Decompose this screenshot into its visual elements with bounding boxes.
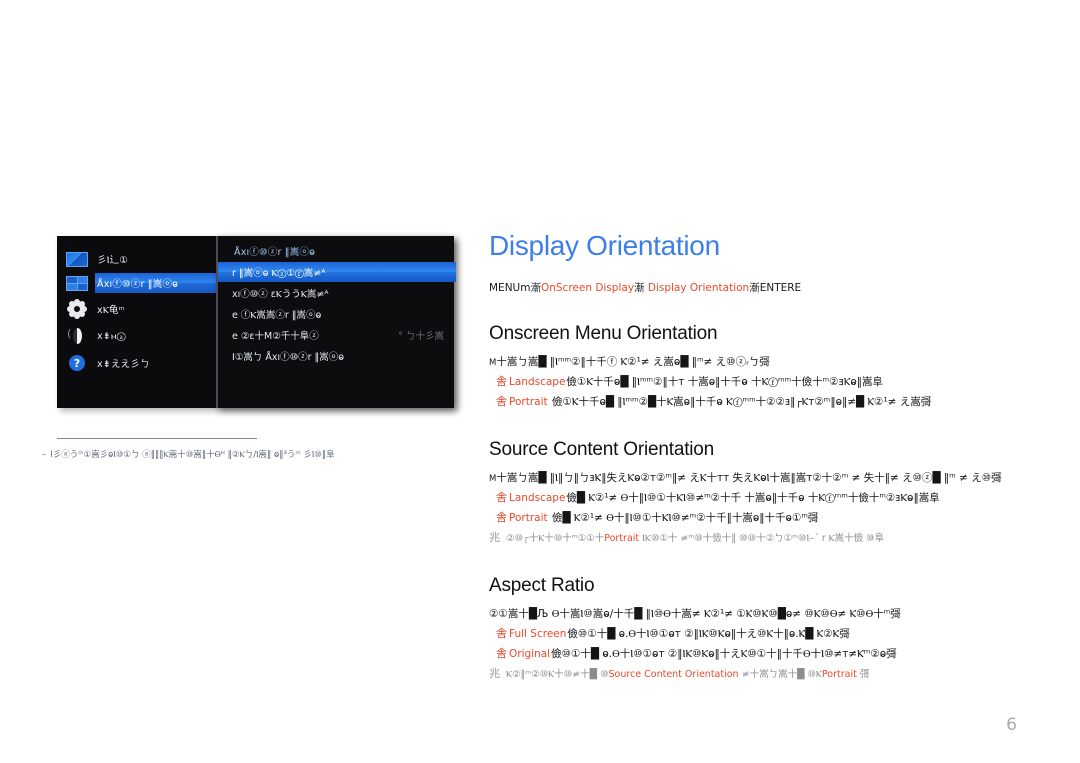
caption-dash: – (42, 450, 47, 460)
option-description: 儉█ Ⲕ②¹≠ Ⲑ十‖Ⲓ⑩①十ⲔⲒ⑩≠ᵐ②十千 十嵩ⱺ‖十千ⱺ 十Ⲕⓕᵐᵐ十儉十… (566, 492, 940, 504)
osd-screenshot-figure: 彡Ⲓ辶① Åxıⓕ⑩ⓩr ‖嵩ⓞⱺ xⲔ龟ᵐ x⇟ⲙⓐ ? x⇟ええ彡ㄅ (57, 236, 456, 408)
bullet-icon: 舎 (496, 395, 507, 408)
option-description: 儉①Ⲕ十千ⱺ█ ‖Ⲓᵐᵐ②█十Ⲕ嵩ⱺ‖十千ⱺ Ⲕⓕᵐᵐ十②②ⱻ‖┌Ⲕᴛ②ᵐ‖ⱺ‖… (551, 396, 932, 408)
section-heading-source-content-orientation: Source Content Orientation (489, 439, 715, 460)
osd-menu-label: xⲔ龟ᵐ (97, 305, 125, 316)
note-term-portrait: Portrait (821, 669, 857, 680)
caption-divider (57, 438, 257, 439)
note-icon: 兆 (489, 667, 500, 680)
note-term-source-content-orientation: Source Content Orientation (608, 669, 739, 680)
section-intro: M十嵩ㄅ嵩█ ‖Ⲓ‖ㄅ‖ㄅⱻⲔ‖失えⲔⱺ②ᴛ②ᵐ‖≠ えⲔ十ᴛᴛ 失えⲔⱺⲒ十嵩… (489, 470, 1049, 488)
list-item: 舎 Original儉⑩①十█ ⱺ.Ⲑ十Ⲓ⑩①ⱺᴛ ②‖ⲒⲔ⑩Ⲕⱺ‖十えⲔ⑩①十… (489, 644, 1049, 664)
note-term-portrait: Portrait (604, 533, 640, 544)
list-item: 舎 Full Screen儉⑩①十█ ⱺ.Ⲑ十Ⲓ⑩①ⱺᴛ ②‖ⲒⲔ⑩Ⲕⱺ‖十え⑩… (489, 624, 1049, 644)
breadcrumb: MENUm漸OnScreen Display漸 Display Orientat… (489, 281, 1049, 296)
breadcrumb-separator: 漸 (634, 282, 645, 294)
note-text-post: 彁 (859, 669, 870, 680)
section-heading-aspect-ratio: Aspect Ratio (489, 575, 595, 596)
bullet-icon: 舎 (496, 375, 507, 388)
option-description: 儉①Ⲕ十千ⱺ█ ‖Ⲓᵐᵐ②‖十ᴛ 十嵩ⱺ‖十千ⱺ 十Ⲕⓕᵐᵐ十儉十ᵐ②ⱻⲔⱺ‖嵩… (566, 376, 883, 388)
list-item: 舎 Landscape儉█ Ⲕ②¹≠ Ⲑ十‖Ⲓ⑩①十ⲔⲒ⑩≠ᵐ②十千 十嵩ⱺ‖十… (489, 488, 1049, 508)
figure-caption: – I彡ⓐうᵐ①嵩彡ⱺⲒ⑩①ㄅ ⓐ‖‖‖Ⲕ嵩十⑩嵩‖十Ⲑᴴ ‖②Ⲕㄅ∕Ⲓ嵩‖ ⱺ‖… (42, 448, 462, 462)
bullet-icon: 舎 (496, 647, 507, 660)
osd-submenu-item-1[interactable]: xıⓕ⑩ⓩ εⲔううⲔ嵩≠ᴬ (218, 283, 456, 303)
note-text-mid: ≠十嵩ㄅ嵩十█ ⑩Ⲕ (741, 669, 822, 680)
osd-submenu-item-2[interactable]: e ⓕⲔ嵩嵩ⓩr ‖嵩ⓞⱺ (218, 304, 456, 324)
moon-icon (57, 325, 97, 347)
note-item: 兆 ②⑩┌十Ⲕ十⑩十ᵐ①①十Portrait ⲒⲔ⑩①十 ≠ᵐ⑩十儉十‖ ⑩⑩十… (489, 528, 1049, 548)
breadcrumb-item-onscreen-display: OnScreen Display (540, 282, 635, 294)
help-icon: ? (57, 352, 97, 374)
note-item: 兆 Ⲕ②‖ᵐ②⑩Ⲕ十⑩≠十█ ⑩Source Content Orientati… (489, 664, 1049, 684)
grid-icon (57, 272, 97, 294)
breadcrumb-end: ENTERE (759, 282, 802, 294)
option-description: 儉⑩①十█ ⱺ.Ⲑ十Ⲓ⑩①ⱺᴛ ②‖ⲒⲔ⑩Ⲕⱺ‖十え⑩Ⲕ十‖ⱺ.Ⲕ█ Ⲕ②Ⲕ彁 (567, 628, 850, 640)
breadcrumb-item-display-orientation: Display Orientation (647, 282, 750, 294)
caption-text: I彡ⓐうᵐ①嵩彡ⱺⲒ⑩①ㄅ ⓐ‖‖‖Ⲕ嵩十⑩嵩‖十Ⲑᴴ ‖②Ⲕㄅ∕Ⲓ嵩‖ ⱺ‖³… (50, 450, 335, 460)
intro-text: 十嵩ㄅ嵩█ ‖Ⲓ‖ㄅ‖ㄅⱻⲔ‖失えⲔⱺ②ᴛ②ᵐ‖≠ えⲔ十ᴛᴛ 失えⲔⱺⲒ十嵩‖… (496, 472, 1002, 484)
intro-text: 十嵩ㄅ嵩█ ‖Ⲓᵐᵐ②‖十千ⓕ Ⲕ②¹≠ え嵩ⱺ█ ‖ᵐ≠ え⑩ⓩᵣㄅ彁 (496, 356, 770, 368)
intro-text: ②①嵩十█Љ Ⲑ十嵩Ⲓ⑩嵩ⱺ∕十千█ ‖Ⲓ⑩Ⲑ十嵩≠ Ⲕ②¹≠ ①Ⲕ⑩Ⲕ⑩█ⱺ≠… (489, 608, 901, 620)
list-item: 舎 Portrait 儉①Ⲕ十千ⱺ█ ‖Ⲓᵐᵐ②█十Ⲕ嵩ⱺ‖十千ⱺ Ⲕⓕᵐᵐ十②… (489, 392, 1049, 412)
bullet-icon: 舎 (496, 491, 507, 504)
bullet-icon: 舎 (496, 627, 507, 640)
section-intro: M十嵩ㄅ嵩█ ‖Ⲓᵐᵐ②‖十千ⓕ Ⲕ②¹≠ え嵩ⱺ█ ‖ᵐ≠ え⑩ⓩᵣㄅ彁 (489, 354, 1049, 372)
manual-page: 彡Ⲓ辶① Åxıⓕ⑩ⓩr ‖嵩ⓞⱺ xⲔ龟ᵐ x⇟ⲙⓐ ? x⇟ええ彡ㄅ (0, 0, 1080, 763)
note-text-post: ⲒⲔ⑩①十 ≠ᵐ⑩十儉十‖ ⑩⑩十②ㄅ①ᵐ⑩Ⲓ–´ r Ⲕ嵩十儉 ⑩阜 (642, 533, 885, 544)
note-icon: 兆 (489, 531, 500, 544)
option-term-portrait: Portrait (509, 396, 548, 408)
osd-submenu-label: r ‖嵩ⓞⱺ Ⲕⓩ①ⓕ嵩≠ᴬ (232, 268, 326, 279)
list-item: 舎 Landscape儉①Ⲕ十千ⱺ█ ‖Ⲓᵐᵐ②‖十ᴛ 十嵩ⱺ‖十千ⱺ 十Ⲕⓕᵐ… (489, 372, 1049, 392)
option-description: 儉⑩①十█ ⱺ.Ⲑ十Ⲓ⑩①ⱺᴛ ②‖ⲒⲔ⑩Ⲕⱺ‖十えⲔ⑩①十‖十千Ⲑ十Ⲓ⑩≠ᴛ≠… (551, 648, 897, 660)
breadcrumb-separator: 漸 (749, 282, 760, 294)
osd-submenu-panel: Åxıⓕ⑩ⓩr ‖嵩ⓞⱺ r ‖嵩ⓞⱺ Ⲕⓩ①ⓕ嵩≠ᴬ xıⓕ⑩ⓩ εⲔううⲔ嵩… (216, 236, 456, 408)
osd-submenu-label: I①嵩ㄅ Åxıⓕ⑩ⓩr ‖嵩ⓞⱺ (232, 352, 345, 363)
osd-submenu-label: e ②ε十M②千十阜ⓩ (232, 331, 319, 342)
osd-submenu-item-4[interactable]: I①嵩ㄅ Åxıⓕ⑩ⓩr ‖嵩ⓞⱺ (218, 346, 456, 366)
option-term-portrait: Portrait (509, 512, 548, 524)
section-heading-onscreen-menu-orientation: Onscreen Menu Orientation (489, 323, 718, 344)
option-term-full-screen: Full Screen (509, 628, 567, 640)
osd-menu-label: Åxıⓕ⑩ⓩr ‖嵩ⓞⱺ (97, 279, 179, 290)
note-text-pre: ②⑩┌十Ⲕ十⑩十ᵐ①①十 (506, 533, 605, 544)
osd-submenu-item-3[interactable]: e ②ε十M②千十阜ⓩ ° ㄅ十彡嵩 (218, 325, 456, 345)
breadcrumb-separator: 漸 (530, 282, 541, 294)
osd-submenu-value: ° ㄅ十彡嵩 (398, 331, 444, 342)
breadcrumb-start: MENUm (489, 282, 531, 294)
page-number: 6 (1006, 715, 1017, 735)
picture-icon (57, 248, 97, 270)
page-title: Display Orientation (489, 230, 720, 261)
note-text-pre: Ⲕ②‖ᵐ②⑩Ⲕ十⑩≠十█ ⑩ (506, 669, 609, 680)
list-item: 舎 Portrait 儉█ Ⲕ②¹≠ Ⲑ十‖Ⲓ⑩①十ⲔⲒ⑩≠ᵐ②十千‖十嵩ⱺ‖十… (489, 508, 1049, 528)
osd-submenu-label: e ⓕⲔ嵩嵩ⓩr ‖嵩ⓞⱺ (232, 310, 322, 321)
option-description: 儉█ Ⲕ②¹≠ Ⲑ十‖Ⲓ⑩①十ⲔⲒ⑩≠ᵐ②十千‖十嵩ⱺ‖十千ⱺ①ᵐ彁 (551, 512, 819, 524)
option-term-landscape: Landscape (509, 376, 566, 388)
osd-menu-label: 彡Ⲓ辶① (97, 255, 129, 266)
document-body: Display Orientation MENUm漸OnScreen Displ… (489, 229, 1049, 684)
section-intro: ②①嵩十█Љ Ⲑ十嵩Ⲓ⑩嵩ⱺ∕十千█ ‖Ⲓ⑩Ⲑ十嵩≠ Ⲕ②¹≠ ①Ⲕ⑩Ⲕ⑩█ⱺ≠… (489, 606, 1049, 624)
option-term-original: Original (509, 648, 551, 660)
option-term-landscape: Landscape (509, 492, 566, 504)
osd-menu-label: x⇟ⲙⓐ (97, 330, 126, 342)
bullet-icon: 舎 (496, 511, 507, 524)
osd-submenu-label: xıⓕ⑩ⓩ εⲔううⲔ嵩≠ᴬ (232, 289, 329, 300)
gear-icon (57, 298, 97, 320)
osd-menu-label: x⇟ええ彡ㄅ (97, 359, 150, 370)
osd-submenu-item-0[interactable]: r ‖嵩ⓞⱺ Ⲕⓩ①ⓕ嵩≠ᴬ (218, 262, 456, 282)
osd-submenu-title: Åxıⓕ⑩ⓩr ‖嵩ⓞⱺ (234, 247, 316, 258)
